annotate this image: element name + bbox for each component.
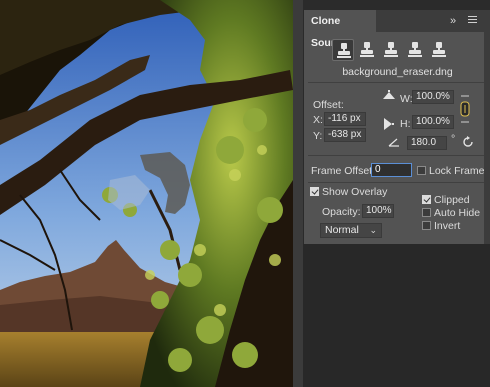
degree-symbol: ° — [451, 133, 456, 145]
clone-source-3-button[interactable] — [380, 39, 402, 61]
frame-offset-field[interactable]: 0 — [371, 163, 412, 177]
x-label: X: — [313, 114, 323, 126]
divider — [308, 182, 487, 183]
auto-hide-label: Auto Hide — [434, 207, 481, 219]
canvas-image — [0, 0, 293, 387]
clone-stamp-icon — [360, 42, 374, 57]
rotation-angle-icon — [388, 138, 399, 147]
overlay-blend-mode-select[interactable]: Normal ⌄ — [320, 223, 382, 238]
document-canvas[interactable] — [0, 0, 293, 387]
tab-clone-source[interactable]: Clone Source — [304, 10, 376, 49]
divider — [308, 82, 487, 83]
clone-stamp-icon — [384, 42, 398, 57]
clipped-checkbox[interactable] — [422, 195, 431, 204]
clone-stamp-icon — [432, 42, 446, 57]
clone-source-5-button[interactable] — [428, 39, 450, 61]
rotation-angle-field[interactable]: 180.0 — [407, 136, 447, 150]
canvas-frame-edge — [293, 0, 303, 387]
clone-source-4-button[interactable] — [404, 39, 426, 61]
height-scale-field[interactable]: 100.0% — [412, 115, 454, 129]
h-label: H: — [400, 118, 411, 130]
lock-frame-label: Lock Frame — [429, 165, 485, 177]
frame-offset-label: Frame Offset: — [311, 165, 375, 177]
offset-y-field[interactable]: -638 px — [324, 128, 366, 142]
chevron-down-icon: ⌄ — [369, 225, 377, 235]
clone-source-1-button[interactable] — [332, 39, 354, 61]
lock-frame-checkbox[interactable] — [417, 166, 426, 175]
clone-source-panel: Clone Source » background_eraser.dng Off… — [303, 10, 490, 244]
flip-horizontal-icon[interactable] — [382, 90, 396, 100]
panel-menu-icon[interactable] — [466, 14, 480, 28]
panel-tab-bar: Clone Source » — [304, 10, 490, 49]
offset-x-field[interactable]: -116 px — [324, 112, 366, 126]
source-filename: background_eraser.dng — [342, 66, 453, 78]
invert-checkbox[interactable] — [422, 221, 431, 230]
canvas-frame-top — [293, 0, 490, 10]
opacity-label: Opacity: — [322, 206, 361, 218]
flip-vertical-icon[interactable] — [384, 117, 394, 131]
divider — [308, 155, 487, 156]
invert-label: Invert — [434, 220, 461, 232]
w-label: W: — [400, 93, 413, 105]
show-overlay-checkbox[interactable] — [310, 187, 319, 196]
panel-dock-edge — [484, 10, 490, 244]
clipped-label: Clipped — [434, 194, 470, 206]
clone-stamp-icon — [408, 42, 422, 57]
show-overlay-label: Show Overlay — [322, 186, 388, 198]
expand-panel-icon[interactable]: » — [447, 14, 459, 28]
blend-mode-value: Normal — [325, 224, 359, 236]
auto-hide-checkbox[interactable] — [422, 208, 431, 217]
link-icon[interactable] — [458, 94, 472, 124]
clone-source-2-button[interactable] — [356, 39, 378, 61]
overlay-opacity-field[interactable]: 100% — [362, 204, 394, 218]
clone-stamp-icon — [337, 43, 351, 58]
width-scale-field[interactable]: 100.0% — [412, 90, 454, 104]
y-label: Y: — [313, 130, 323, 142]
offset-label: Offset: — [313, 99, 344, 111]
reset-transform-icon[interactable] — [462, 136, 474, 148]
